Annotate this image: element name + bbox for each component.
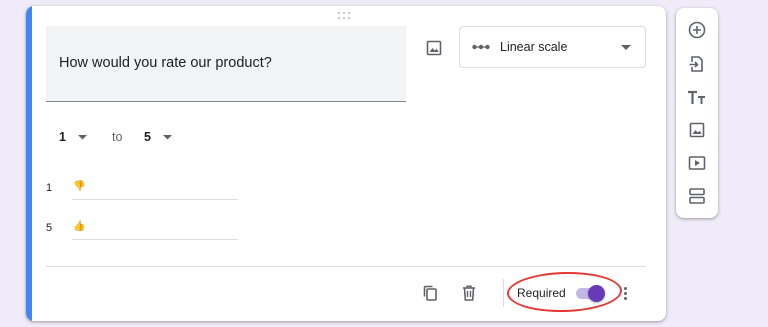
scale-min-label-field[interactable]: 👎 — [72, 178, 238, 200]
import-questions-button[interactable] — [685, 52, 709, 76]
add-video-button[interactable] — [685, 151, 709, 175]
question-type-dropdown[interactable]: Linear scale — [459, 26, 646, 68]
question-title-field[interactable]: How would you rate our product? — [46, 26, 406, 102]
scale-max-dropdown[interactable]: 5 — [144, 130, 172, 144]
image-icon — [426, 40, 442, 56]
add-image-tool-button[interactable] — [685, 118, 709, 142]
chevron-down-icon — [77, 134, 87, 139]
chevron-down-icon — [621, 45, 631, 50]
toggle-thumb — [588, 285, 605, 302]
add-title-button[interactable] — [685, 86, 709, 110]
footer-divider — [46, 266, 646, 267]
add-section-icon — [689, 188, 705, 204]
trash-icon — [463, 285, 475, 301]
floating-toolbar — [676, 8, 718, 218]
scale-max-value: 5 — [144, 130, 151, 144]
add-question-button[interactable] — [685, 18, 709, 42]
add-image-icon — [689, 122, 705, 138]
scale-max-label-field[interactable]: 👍 — [72, 218, 238, 240]
add-video-icon — [688, 156, 706, 170]
required-toggle[interactable] — [574, 285, 608, 302]
add-question-icon — [688, 21, 706, 39]
footer-vertical-divider — [503, 279, 504, 307]
delete-button[interactable] — [457, 281, 481, 305]
drag-handle-icon[interactable] — [338, 12, 352, 20]
add-image-button[interactable] — [422, 36, 446, 60]
import-questions-icon — [689, 56, 703, 72]
required-label: Required — [517, 286, 566, 300]
scale-min-value: 1 — [59, 130, 66, 144]
question-title-text: How would you rate our product? — [59, 55, 272, 71]
chevron-down-icon — [162, 134, 172, 139]
question-type-label: Linear scale — [500, 40, 568, 54]
add-section-button[interactable] — [685, 184, 709, 208]
scale-to-label: to — [112, 130, 123, 144]
scale-min-number: 1 — [46, 182, 53, 194]
linear-scale-icon — [472, 44, 490, 50]
scale-max-number: 5 — [46, 222, 53, 234]
duplicate-button[interactable] — [418, 281, 442, 305]
active-card-indicator — [26, 6, 32, 321]
thumbs-down-icon: 👎 — [73, 181, 86, 192]
add-title-icon — [688, 90, 705, 104]
scale-min-dropdown[interactable]: 1 — [59, 130, 87, 144]
copy-icon — [423, 285, 437, 301]
thumbs-up-icon: 👍 — [73, 221, 86, 232]
question-card[interactable]: How would you rate our product? Linear s… — [26, 6, 666, 321]
more-options-icon[interactable] — [616, 282, 634, 304]
